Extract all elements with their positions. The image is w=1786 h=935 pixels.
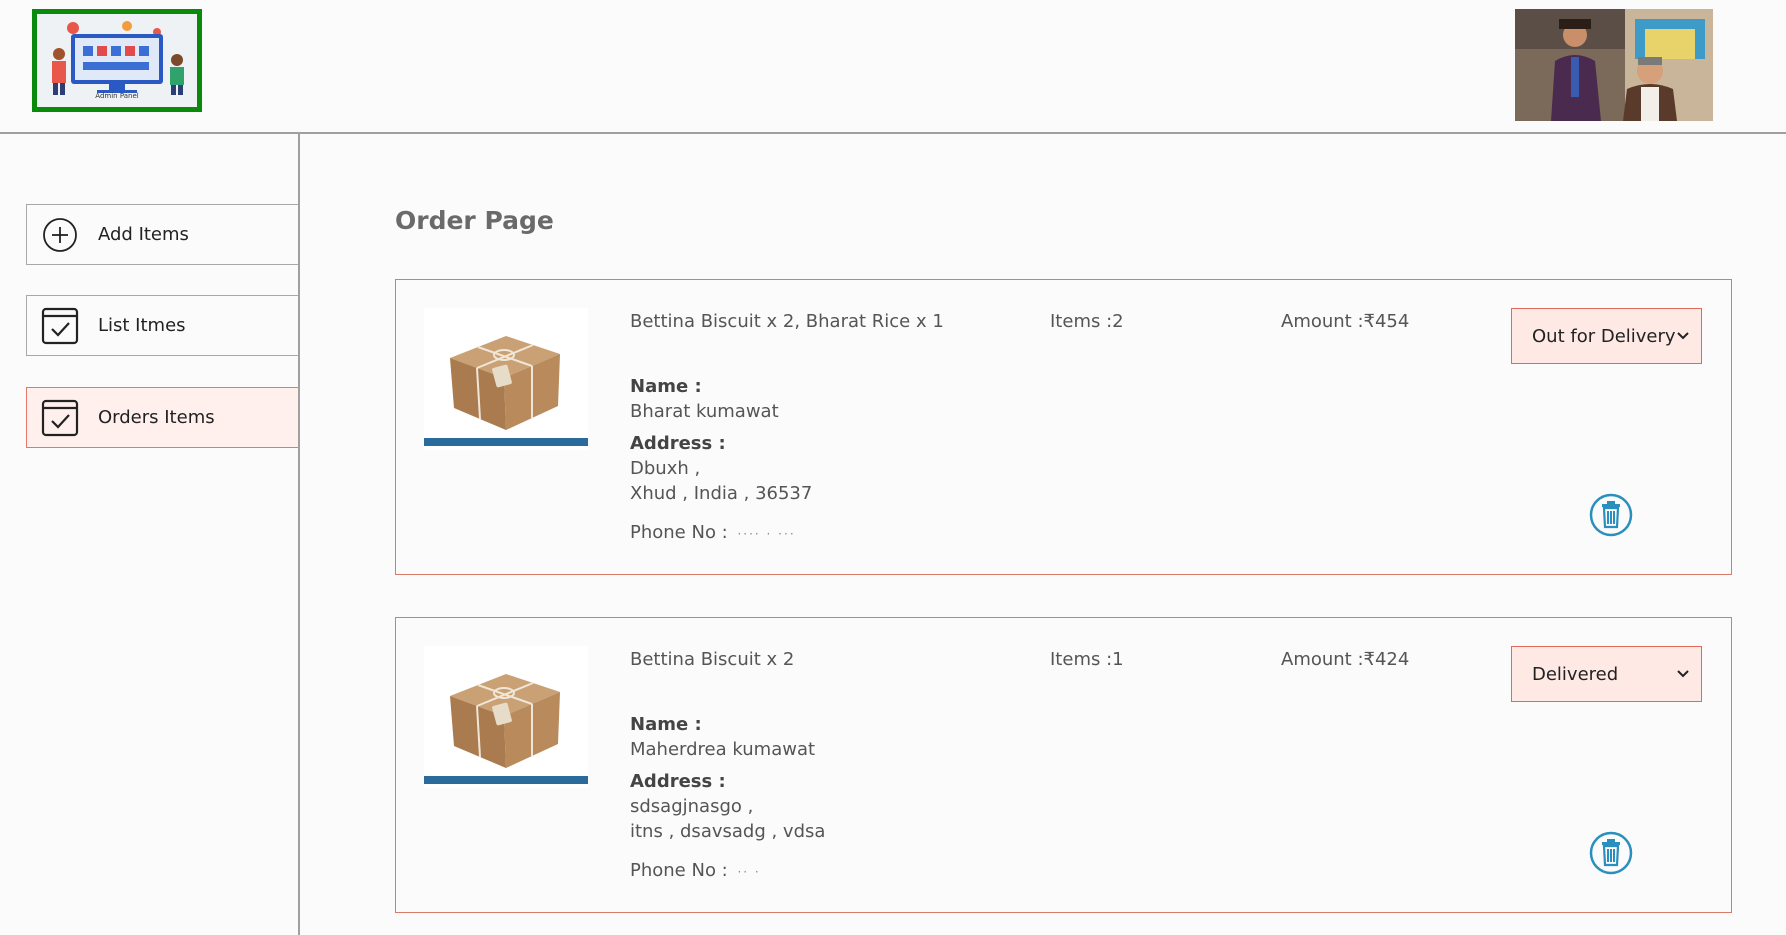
order-status-value: Delivered	[1532, 663, 1619, 685]
chevron-down-icon	[1677, 670, 1689, 678]
sidebar-item-list-items[interactable]: List Itmes	[26, 295, 298, 356]
logo-caption: Admin Panel	[95, 92, 139, 100]
address-label: Address :	[630, 433, 726, 454]
add-circle-icon	[40, 215, 80, 255]
sidebar-item-add-items[interactable]: Add Items	[26, 204, 298, 265]
sidebar: Add Items List Itmes Orders Items	[0, 134, 300, 935]
phone-label: Phone No :	[630, 522, 728, 543]
address-line-2: itns , dsavsadg , vdsa	[630, 821, 826, 842]
sidebar-item-label: Add Items	[98, 224, 189, 245]
order-card: Bettina Biscuit x 2, Bharat Rice x 1 Ite…	[395, 279, 1732, 575]
main-content: Order Page Bettina Biscuit x 2, Bharat R…	[300, 134, 1786, 935]
delete-order-button[interactable]	[1589, 493, 1633, 537]
order-amount: Amount :₹454	[1281, 311, 1410, 332]
delete-order-button[interactable]	[1589, 831, 1633, 875]
checkbox-icon	[40, 398, 80, 438]
sidebar-item-label: Orders Items	[98, 407, 215, 428]
phone-number: ·· ·	[737, 865, 761, 879]
address-line-1: Dbuxh ,	[630, 458, 701, 479]
order-status-select[interactable]: Delivered	[1511, 646, 1702, 702]
address-line-1: sdsagjnasgo ,	[630, 796, 754, 817]
chevron-down-icon	[1677, 332, 1689, 340]
order-item-count: Items :2	[1050, 311, 1124, 332]
profile-photo	[1515, 9, 1713, 121]
top-navbar: Admin Panel	[0, 0, 1786, 134]
parcel-icon	[424, 308, 588, 450]
order-item-count: Items :1	[1050, 649, 1124, 670]
phone-row: Phone No : ·· ·	[630, 860, 761, 881]
order-status-value: Out for Delivery	[1532, 325, 1676, 347]
checkbox-icon	[40, 306, 80, 346]
order-card: Bettina Biscuit x 2 Items :1 Amount :₹42…	[395, 617, 1732, 913]
sidebar-item-label: List Itmes	[98, 315, 186, 336]
customer-name-label: Name :	[630, 376, 702, 397]
address-line-2: Xhud , India , 36537	[630, 483, 813, 504]
customer-name-label: Name :	[630, 714, 702, 735]
phone-row: Phone No : ···· · ···	[630, 522, 796, 543]
phone-number: ···· · ···	[737, 527, 796, 541]
order-status-select[interactable]: Out for Delivery	[1511, 308, 1702, 364]
profile-avatar[interactable]	[1515, 9, 1713, 121]
parcel-icon	[424, 646, 588, 788]
sidebar-item-orders-items[interactable]: Orders Items	[26, 387, 298, 448]
customer-name: Bharat kumawat	[630, 401, 779, 422]
page-title: Order Page	[395, 206, 554, 235]
address-label: Address :	[630, 771, 726, 792]
phone-label: Phone No :	[630, 860, 728, 881]
order-amount: Amount :₹424	[1281, 649, 1410, 670]
order-items-text: Bettina Biscuit x 2, Bharat Rice x 1	[630, 311, 944, 332]
customer-name: Maherdrea kumawat	[630, 739, 816, 760]
admin-panel-logo[interactable]: Admin Panel	[32, 9, 202, 112]
order-items-text: Bettina Biscuit x 2	[630, 649, 795, 670]
